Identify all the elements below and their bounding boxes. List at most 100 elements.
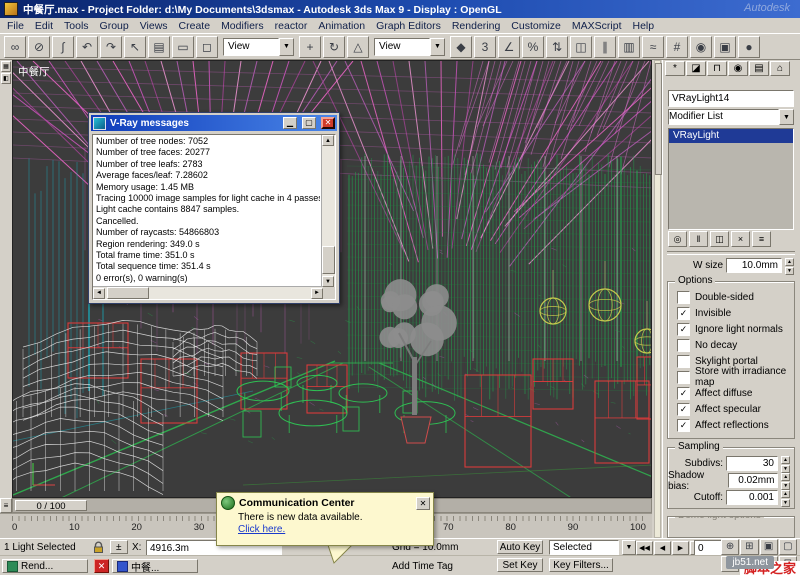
remove-modifier-button[interactable]: × — [731, 231, 750, 247]
object-name-field[interactable]: VRayLight14 — [668, 90, 794, 107]
configure-modifier-sets-button[interactable]: ≡ — [752, 231, 771, 247]
manipulate-icon[interactable]: ◆ — [450, 35, 472, 58]
menu-item[interactable]: reactor — [275, 20, 308, 32]
render-setup-icon[interactable]: ▣ — [714, 35, 736, 58]
menu-item[interactable]: Rendering — [452, 20, 500, 32]
chevron-down-icon[interactable]: ▼ — [779, 109, 794, 125]
quick-render-icon[interactable]: ● — [738, 35, 760, 58]
spinner-arrows[interactable]: ▲ ▼ — [781, 490, 790, 507]
curve-editor-icon[interactable]: ≈ — [642, 35, 664, 58]
zoom-all-icon[interactable]: ⊞ — [740, 539, 759, 555]
snap-3d-icon[interactable]: 3 — [474, 35, 496, 58]
menu-item[interactable]: Graph Editors — [376, 20, 441, 32]
spinner-arrows[interactable]: ▲ ▼ — [785, 257, 794, 275]
chevron-down-icon[interactable]: ▼ — [279, 37, 294, 56]
value-field[interactable]: 30 — [726, 456, 778, 471]
menu-item[interactable]: Customize — [511, 20, 561, 32]
menu-item[interactable]: Animation — [318, 20, 365, 32]
schematic-view-icon[interactable]: # — [666, 35, 688, 58]
set-key-button[interactable]: Set Key — [497, 558, 543, 572]
undo-icon[interactable]: ↶ — [76, 35, 98, 58]
vray-window-titlebar[interactable]: V-Ray messages ▁ ▢ ✕ — [91, 115, 337, 131]
modifier-stack-selected-item[interactable]: VRayLight — [669, 129, 793, 143]
menu-item[interactable]: Group — [100, 20, 129, 32]
value-field[interactable]: 0.001 — [726, 490, 778, 505]
link-icon[interactable]: ∞ — [4, 35, 26, 58]
menu-item[interactable]: Create — [179, 20, 211, 32]
command-panel-scrollbar[interactable] — [654, 60, 662, 538]
go-to-start-button[interactable]: ◀◀ — [636, 540, 653, 555]
scroll-right-icon[interactable]: ► — [311, 287, 323, 299]
auto-key-button[interactable]: Auto Key — [497, 540, 543, 554]
play-animation-button[interactable]: ▶ — [672, 540, 689, 555]
w-size-field[interactable]: 10.0mm — [726, 257, 782, 273]
scroll-up-icon[interactable]: ▲ — [322, 135, 334, 146]
close-icon[interactable]: ✕ — [321, 117, 335, 129]
scrollbar-thumb[interactable] — [322, 246, 335, 274]
checkbox[interactable] — [677, 354, 690, 368]
hierarchy-tab[interactable]: ⊓ — [707, 61, 727, 76]
scrollbar-thumb[interactable] — [107, 287, 149, 299]
rotate-icon[interactable]: ↻ — [323, 35, 345, 58]
close-icon[interactable]: ✕ — [416, 496, 430, 510]
popup-link[interactable]: Click here. — [217, 523, 433, 535]
motion-tab[interactable]: ◉ — [728, 61, 748, 76]
zoom-extents-icon[interactable]: ▣ — [759, 539, 778, 555]
spinner-arrows[interactable]: ▲ ▼ — [781, 473, 790, 490]
mini-curve-editor-button[interactable]: ≡ — [0, 498, 12, 513]
move-icon[interactable]: + — [299, 35, 321, 58]
make-unique-button[interactable]: ◫ — [710, 231, 729, 247]
rect-region-icon[interactable]: ▭ — [172, 35, 194, 58]
communication-center-popup[interactable]: Communication Center ✕ There is new data… — [216, 492, 434, 546]
material-editor-icon[interactable]: ◉ — [690, 35, 712, 58]
key-filters-button[interactable]: Key Filters... — [549, 558, 613, 572]
value-field[interactable]: 0.02mm — [728, 473, 779, 488]
menu-item[interactable]: Help — [633, 20, 655, 32]
spinner-snap-icon[interactable]: ⇅ — [546, 35, 568, 58]
menu-item[interactable]: MAXScript — [572, 20, 622, 32]
crossing-selection-icon[interactable]: ◻ — [196, 35, 218, 58]
vray-vertical-scrollbar[interactable]: ▲ ▼ — [321, 135, 335, 287]
layer-manager-icon[interactable]: ▥ — [618, 35, 640, 58]
select-by-name-icon[interactable]: ▤ — [148, 35, 170, 58]
selection-filter-dropdown[interactable]: View ▼ — [223, 37, 294, 56]
menu-item[interactable]: Modifiers — [221, 20, 264, 32]
selection-lock-icon[interactable] — [92, 540, 105, 555]
mirror-icon[interactable]: ◫ — [570, 35, 592, 58]
modify-tab[interactable]: ◪ — [686, 61, 706, 76]
create-tab[interactable]: * — [665, 61, 685, 76]
zoom-icon[interactable]: ⊕ — [721, 539, 740, 555]
modifier-list-dropdown[interactable]: Modifier List ▼ — [668, 109, 794, 125]
pin-stack-button[interactable]: ◎ — [668, 231, 687, 247]
show-end-result-button[interactable]: ‖ — [689, 231, 708, 247]
menu-item[interactable]: Edit — [35, 20, 53, 32]
checkbox[interactable] — [677, 338, 690, 352]
checkbox[interactable] — [677, 402, 690, 416]
modifier-stack[interactable]: VRayLight — [668, 128, 794, 230]
minimize-icon[interactable]: ▁ — [283, 117, 297, 129]
unlink-icon[interactable]: ⊘ — [28, 35, 50, 58]
utilities-tab[interactable]: ⌂ — [770, 61, 790, 76]
viewport-layout-button[interactable]: ◧ — [1, 73, 11, 84]
checkbox[interactable] — [677, 322, 690, 336]
scroll-left-icon[interactable]: ◄ — [93, 287, 105, 299]
title-bar[interactable]: 中餐厅.max - Project Folder: d:\My Document… — [0, 0, 800, 18]
redo-icon[interactable]: ↷ — [100, 35, 122, 58]
scale-icon[interactable]: △ — [347, 35, 369, 58]
scrollbar-thumb[interactable] — [655, 63, 662, 175]
vray-messages-window[interactable]: V-Ray messages ▁ ▢ ✕ Number of tree node… — [88, 112, 340, 304]
time-slider-handle[interactable]: 0 / 100 — [15, 500, 87, 512]
percent-snap-icon[interactable]: % — [522, 35, 544, 58]
chevron-down-icon[interactable]: ▼ — [622, 540, 636, 555]
close-icon[interactable]: ✕ — [94, 559, 109, 573]
scroll-down-icon[interactable]: ▼ — [322, 276, 334, 287]
angle-snap-icon[interactable]: ∠ — [498, 35, 520, 58]
bind-spacewarp-icon[interactable]: ∫ — [52, 35, 74, 58]
add-time-tag[interactable]: Add Time Tag — [392, 559, 453, 574]
viewport-label[interactable]: 中餐厅 — [18, 64, 50, 79]
zoom-region-icon[interactable]: ▢ — [778, 539, 797, 555]
menu-item[interactable]: Views — [140, 20, 168, 32]
taskbar-item-max[interactable]: 中餐... — [112, 559, 198, 574]
checkbox[interactable] — [677, 418, 690, 432]
vray-horizontal-scrollbar[interactable]: ◄ ► — [93, 286, 323, 299]
